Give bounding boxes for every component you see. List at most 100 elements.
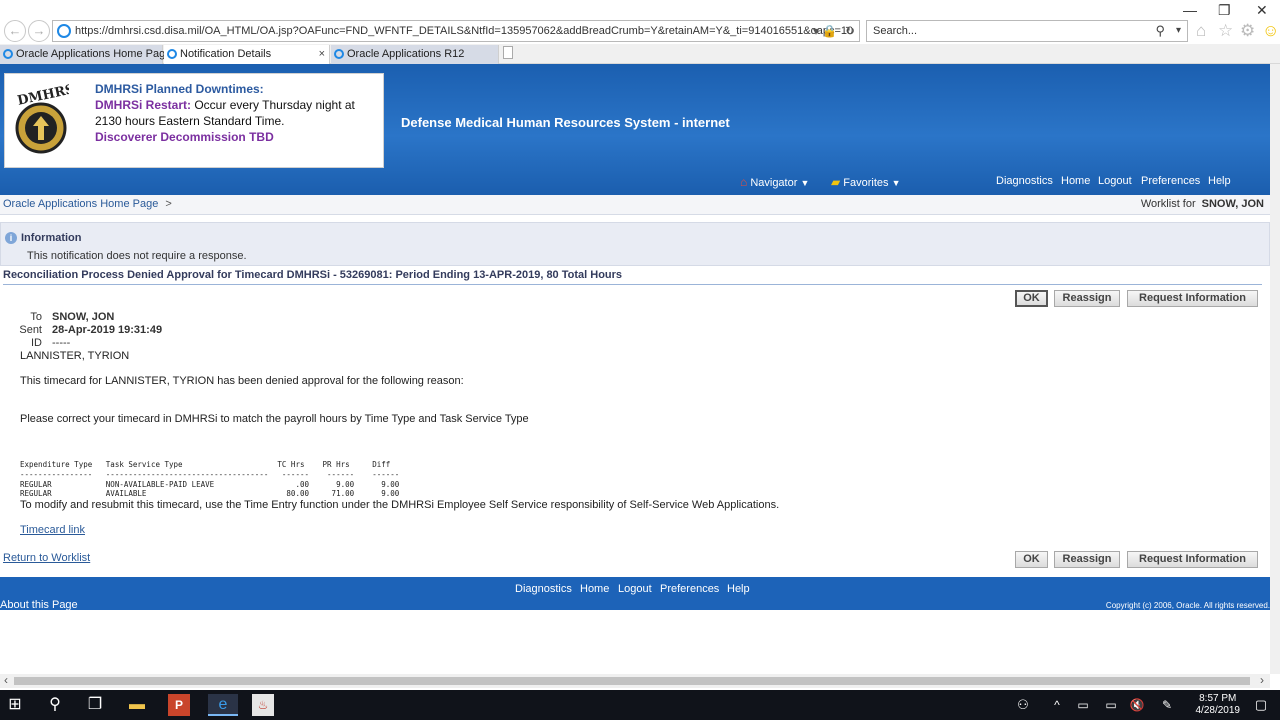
breadcrumb-home[interactable]: Oracle Applications Home Page > [3,198,172,210]
search-icon[interactable]: ⚲ [44,694,66,716]
breadcrumb-separator: > [165,198,172,210]
close-window-icon[interactable]: ✕ [1256,2,1268,19]
footer-help-link[interactable]: Help [727,583,750,595]
tab-oracle-r12[interactable]: Oracle Applications R12 [331,45,499,64]
scroll-left-icon[interactable]: ‹ [4,673,8,687]
notifications-icon[interactable]: ▢ [1250,694,1272,716]
sent-value: 28-Apr-2019 19:31:49 [52,324,163,336]
favorites-menu[interactable]: ▰ Favorites ▼ [831,175,901,189]
tab-oracle-home[interactable]: Oracle Applications Home Page [0,45,171,64]
breadcrumb: Oracle Applications Home Page > Worklist… [0,195,1270,215]
lock-icon[interactable]: 🔒 [822,21,837,41]
info-icon: i [5,232,17,244]
ok-button-bottom[interactable]: OK [1015,551,1048,568]
notification-subject: Reconciliation Process Denied Approval f… [3,269,623,281]
to-value: SNOW, JON [52,311,115,323]
body-denied-reason: This timecard for LANNISTER, TYRION has … [20,375,464,387]
request-information-button[interactable]: Request Information [1127,290,1258,307]
hours-table-row: REGULAR NON-AVAILABLE-PAID LEAVE .00 9.0… [20,480,400,489]
chevron-up-icon[interactable]: ^ [1046,694,1068,716]
employee-name: LANNISTER, TYRION [20,350,130,362]
id-value: ----- [52,337,71,349]
dmhrsi-logo: DMHRSi [15,82,69,154]
ie-tab-icon [167,49,177,59]
footer-home-link[interactable]: Home [580,583,609,595]
system-clock[interactable]: 8:57 PM 4/28/2019 [1196,693,1241,717]
tab-strip: Oracle Applications Home Page Notificati… [0,44,1280,64]
maximize-icon[interactable]: ❐ [1218,2,1231,19]
network-icon[interactable]: ▭ [1100,694,1122,716]
forward-icon[interactable]: → [28,20,50,42]
request-information-button-bottom[interactable]: Request Information [1127,551,1258,568]
sent-label: Sent [19,324,42,336]
help-link[interactable]: Help [1208,175,1231,187]
reassign-button-bottom[interactable]: Reassign [1054,551,1120,568]
dropdown-arrow-icon[interactable]: ▾ [813,21,819,41]
id-label: ID [31,337,42,349]
tab-label: Oracle Applications Home Page [16,48,172,60]
people-icon[interactable]: ⚇ [1012,694,1034,716]
tab-label: Oracle Applications R12 [347,48,465,60]
ie-tab-icon [334,49,344,59]
volume-muted-icon[interactable]: 🔇 [1126,694,1148,716]
home-link[interactable]: Home [1061,175,1090,187]
tab-notification-details[interactable]: Notification Details × [164,45,330,64]
page-header: DMHRSi DMHRSi Planned Downtimes: DMHRSi … [0,64,1270,195]
logout-link[interactable]: Logout [1098,175,1132,187]
favorites-star-icon[interactable]: ☆ [1218,21,1233,41]
file-explorer-icon[interactable]: ▬ [126,694,148,716]
minimize-icon[interactable]: — [1183,2,1197,18]
navigator-menu[interactable]: ⌂ Navigator ▼ [740,175,809,189]
diagnostics-link[interactable]: Diagnostics [996,175,1053,187]
back-icon[interactable]: ← [4,20,26,42]
ok-button[interactable]: OK [1015,290,1048,307]
timecard-link[interactable]: Timecard link [20,524,85,536]
info-title: Information [21,232,82,244]
return-to-worklist-link[interactable]: Return to Worklist [3,552,90,564]
home-icon[interactable]: ⌂ [1196,21,1206,41]
java-icon[interactable]: ♨ [252,694,274,716]
browser-address-row: — ❐ ✕ ← → https://dmhrsi.csd.disa.mil/OA… [0,0,1280,44]
about-this-page-link[interactable]: About this Page [0,599,78,611]
footer-diagnostics-link[interactable]: Diagnostics [515,583,572,595]
clock-time: 8:57 PM [1199,693,1237,704]
banner-restart-label: DMHRSi Restart: [95,98,192,112]
new-tab-icon[interactable] [503,46,513,59]
page-footer: Diagnostics Home Logout Preferences Help… [0,577,1270,611]
preferences-link[interactable]: Preferences [1141,175,1200,187]
info-text: This notification does not require a res… [27,250,247,262]
hours-table-row: REGULAR AVAILABLE 80.00 71.00 9.00 [20,489,400,498]
scroll-right-icon[interactable]: › [1260,673,1264,687]
address-bar[interactable]: https://dmhrsi.csd.disa.mil/OA_HTML/OA.j… [52,20,860,42]
ie-tab-icon [3,49,13,59]
footer-logout-link[interactable]: Logout [618,583,652,595]
smiley-feedback-icon[interactable]: ☺ [1262,21,1279,41]
reassign-button[interactable]: Reassign [1054,290,1120,307]
search-dropdown-icon[interactable]: ▾ [1176,21,1181,41]
banner-restart-text: Occur every Thursday night at [191,98,355,112]
powerpoint-icon[interactable]: P [168,694,190,716]
favorites-folder-icon: ▰ [831,175,841,189]
hours-table-rule: ---------------- -----------------------… [20,470,400,479]
banner-restart-time: 2130 hours Eastern Standard Time. [95,114,285,128]
windows-taskbar: ⊞ ⚲ ❐ ▬ P e ♨ ⚇ ^ ▭ ▭ 🔇 ✎ 8:57 PM 4/28/2… [0,690,1280,720]
system-caption: Defense Medical Human Resources System -… [401,115,730,130]
pen-icon[interactable]: ✎ [1156,694,1178,716]
scrollbar-thumb[interactable] [14,677,1250,685]
footer-preferences-link[interactable]: Preferences [660,583,719,595]
vertical-scrollbar[interactable] [1270,64,1280,674]
search-input[interactable]: Search... ⚲ ▾ [866,20,1188,42]
breadcrumb-home-label[interactable]: Oracle Applications Home Page [3,198,158,210]
battery-icon[interactable]: ▭ [1072,694,1094,716]
task-view-icon[interactable]: ❐ [84,694,106,716]
windows-start-icon[interactable]: ⊞ [4,694,26,716]
search-icon[interactable]: ⚲ [1155,21,1165,41]
url-text: https://dmhrsi.csd.disa.mil/OA_HTML/OA.j… [75,25,854,37]
internet-explorer-icon[interactable]: e [208,694,238,716]
settings-gear-icon[interactable]: ⚙ [1240,21,1255,41]
downtime-banner: DMHRSi DMHRSi Planned Downtimes: DMHRSi … [4,73,384,168]
chevron-down-icon: ▼ [891,178,901,188]
horizontal-scrollbar[interactable]: ‹ › [0,673,1270,688]
refresh-icon[interactable]: ↻ [845,21,855,41]
close-tab-icon[interactable]: × [319,45,325,63]
